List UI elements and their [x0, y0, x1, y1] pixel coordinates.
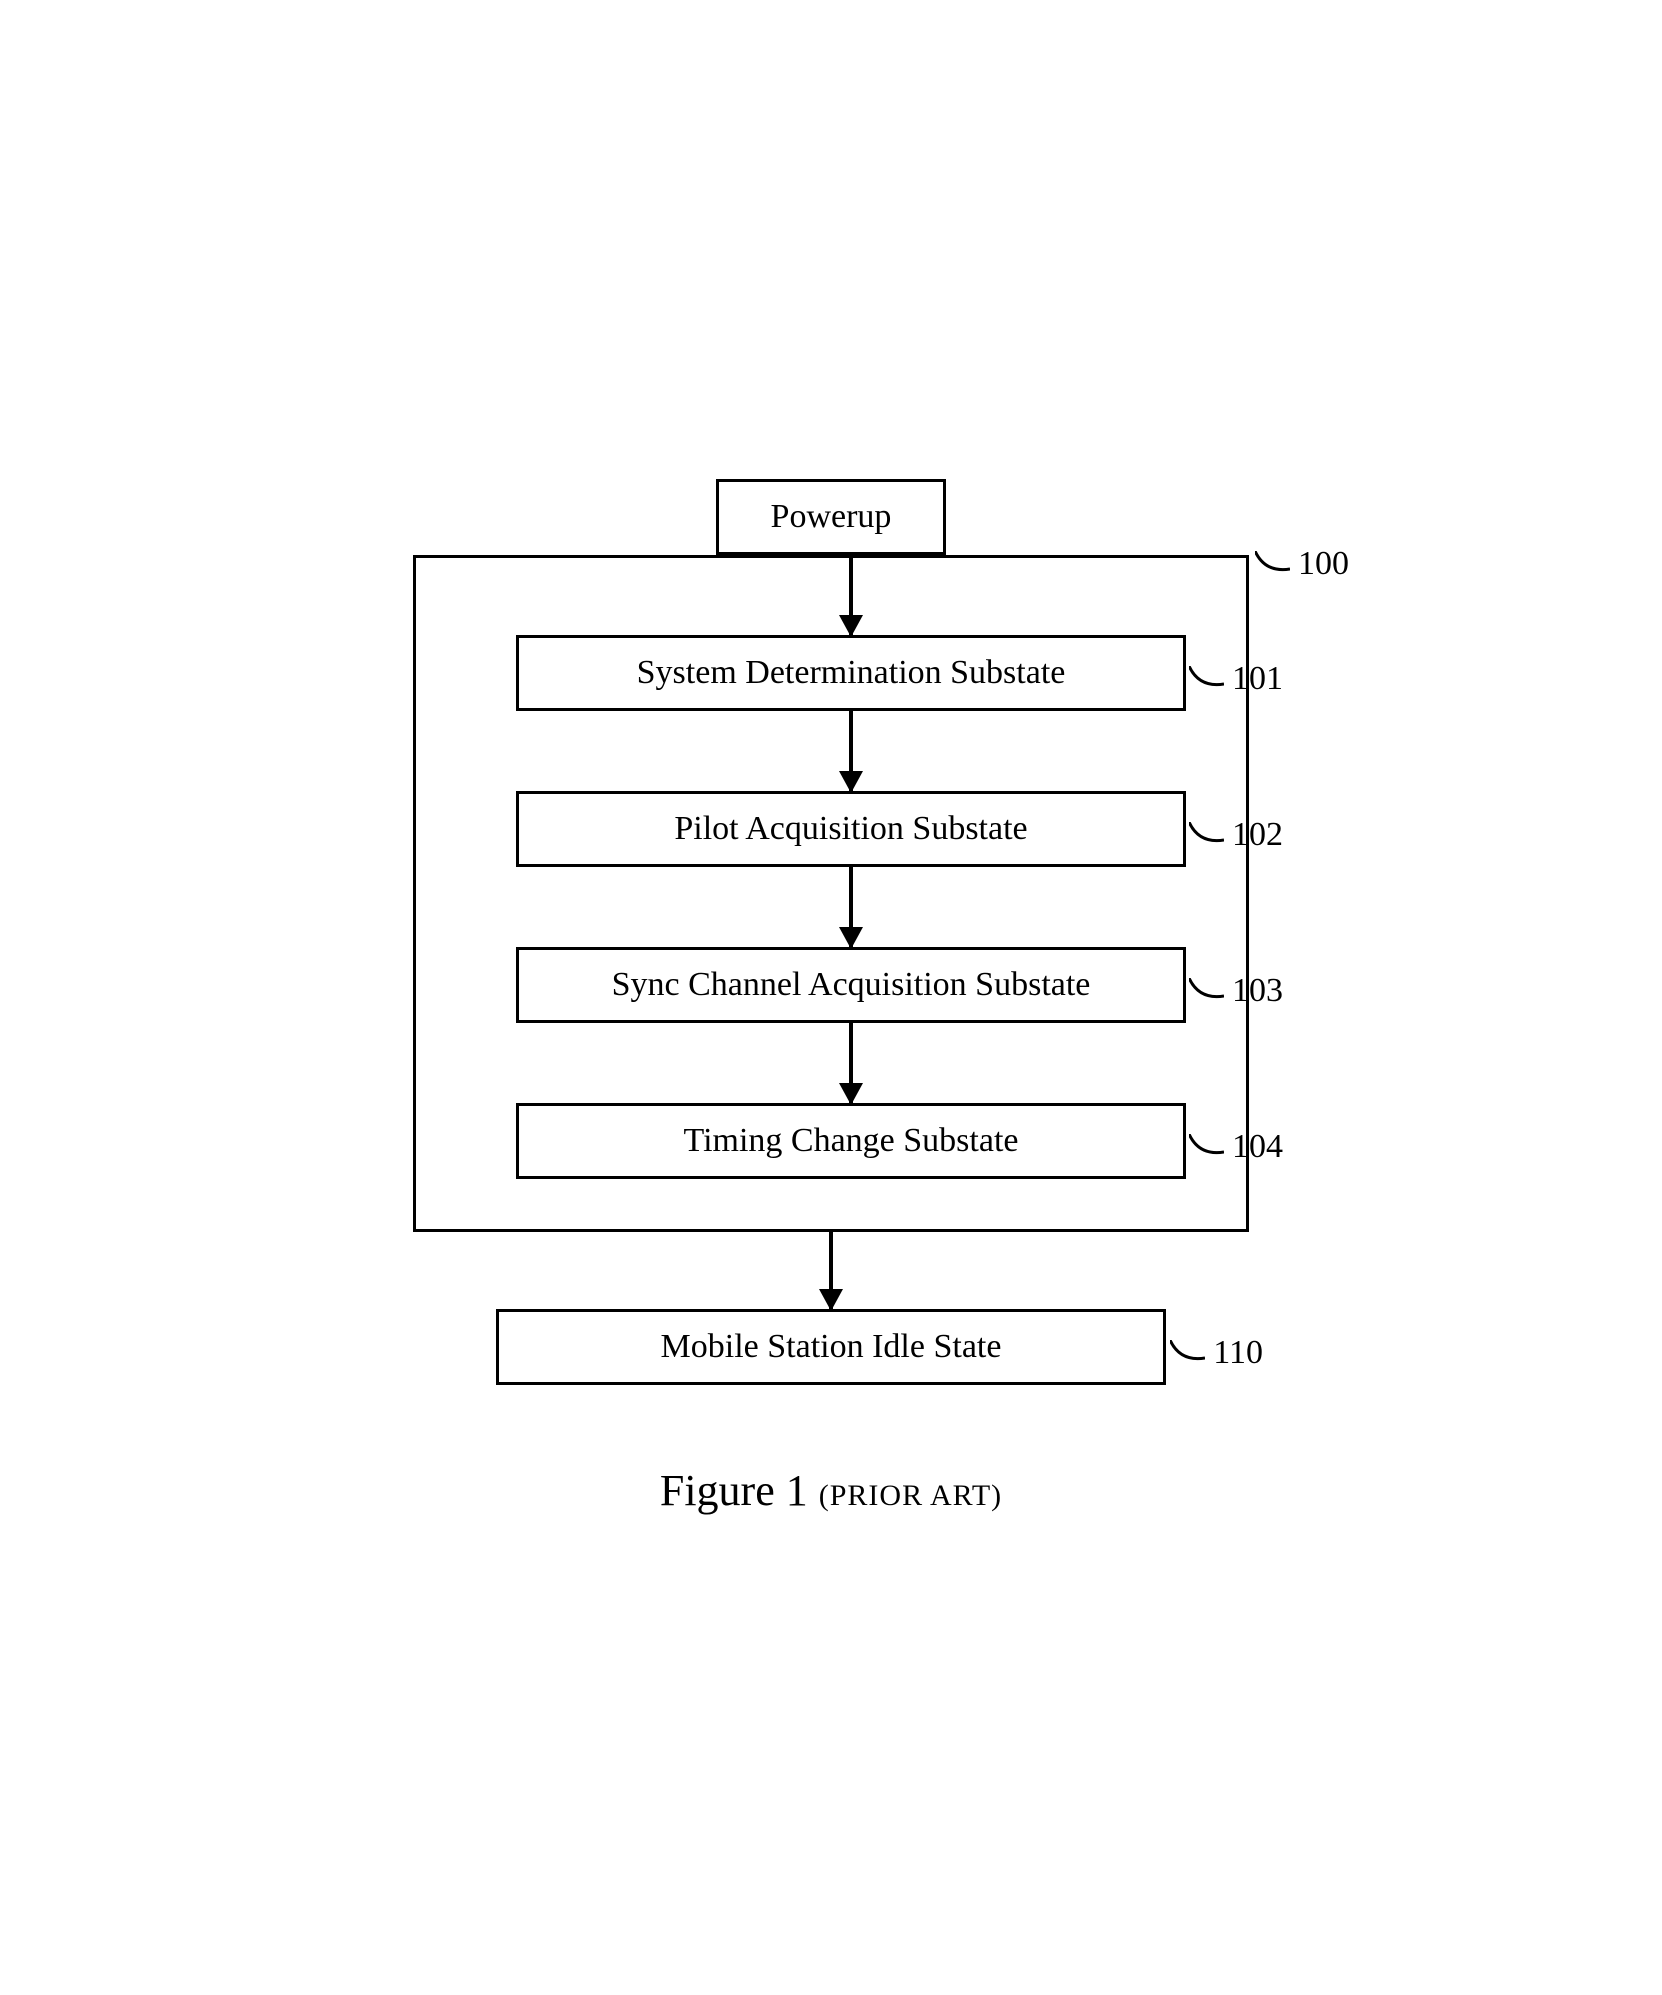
box-idle-state: Mobile Station Idle State 110 — [496, 1309, 1166, 1385]
group-wrapper: System Determination Substate 101 Pilot … — [413, 555, 1249, 1232]
box-pilot-acquisition-text: Pilot Acquisition Substate — [674, 810, 1027, 847]
label-101: 101 — [1189, 660, 1283, 697]
caption-note: (PRIOR ART) — [819, 1479, 1002, 1512]
label-110: 110 — [1170, 1334, 1263, 1371]
box-timing-change-text: Timing Change Substate — [684, 1122, 1019, 1159]
box-powerup: Powerup — [716, 479, 946, 555]
label-104-text: 104 — [1232, 1128, 1283, 1165]
box-pilot-acquisition: Pilot Acquisition Substate 102 — [516, 791, 1186, 867]
group-frame-100: System Determination Substate 101 Pilot … — [413, 555, 1249, 1232]
arrow-4 — [849, 1023, 853, 1103]
label-110-text: 110 — [1213, 1334, 1263, 1371]
figure-caption: Figure 1 (PRIOR ART) — [281, 1465, 1381, 1516]
arrow-3 — [849, 867, 853, 947]
label-102-text: 102 — [1232, 816, 1283, 853]
flowchart: Powerup System Determination Substate 10… — [281, 479, 1381, 1385]
label-102: 102 — [1189, 816, 1283, 853]
label-100: 100 — [1255, 545, 1349, 583]
label-100-text: 100 — [1298, 545, 1349, 583]
arrow-2 — [849, 711, 853, 791]
arrow-1 — [849, 555, 853, 635]
label-101-text: 101 — [1232, 660, 1283, 697]
label-103-text: 103 — [1232, 972, 1283, 1009]
arrow-5 — [829, 1229, 833, 1309]
box-powerup-text: Powerup — [771, 498, 892, 535]
box-timing-change: Timing Change Substate 104 — [516, 1103, 1186, 1179]
box-sync-channel: Sync Channel Acquisition Substate 103 — [516, 947, 1186, 1023]
box-sync-channel-text: Sync Channel Acquisition Substate — [612, 966, 1091, 1003]
box-system-determination-text: System Determination Substate — [637, 654, 1066, 691]
label-104: 104 — [1189, 1128, 1283, 1165]
box-idle-state-text: Mobile Station Idle State — [661, 1328, 1002, 1365]
box-system-determination: System Determination Substate 101 — [516, 635, 1186, 711]
flowchart-container: Powerup System Determination Substate 10… — [261, 439, 1401, 1556]
label-103: 103 — [1189, 972, 1283, 1009]
caption-main: Figure 1 — [660, 1466, 808, 1515]
